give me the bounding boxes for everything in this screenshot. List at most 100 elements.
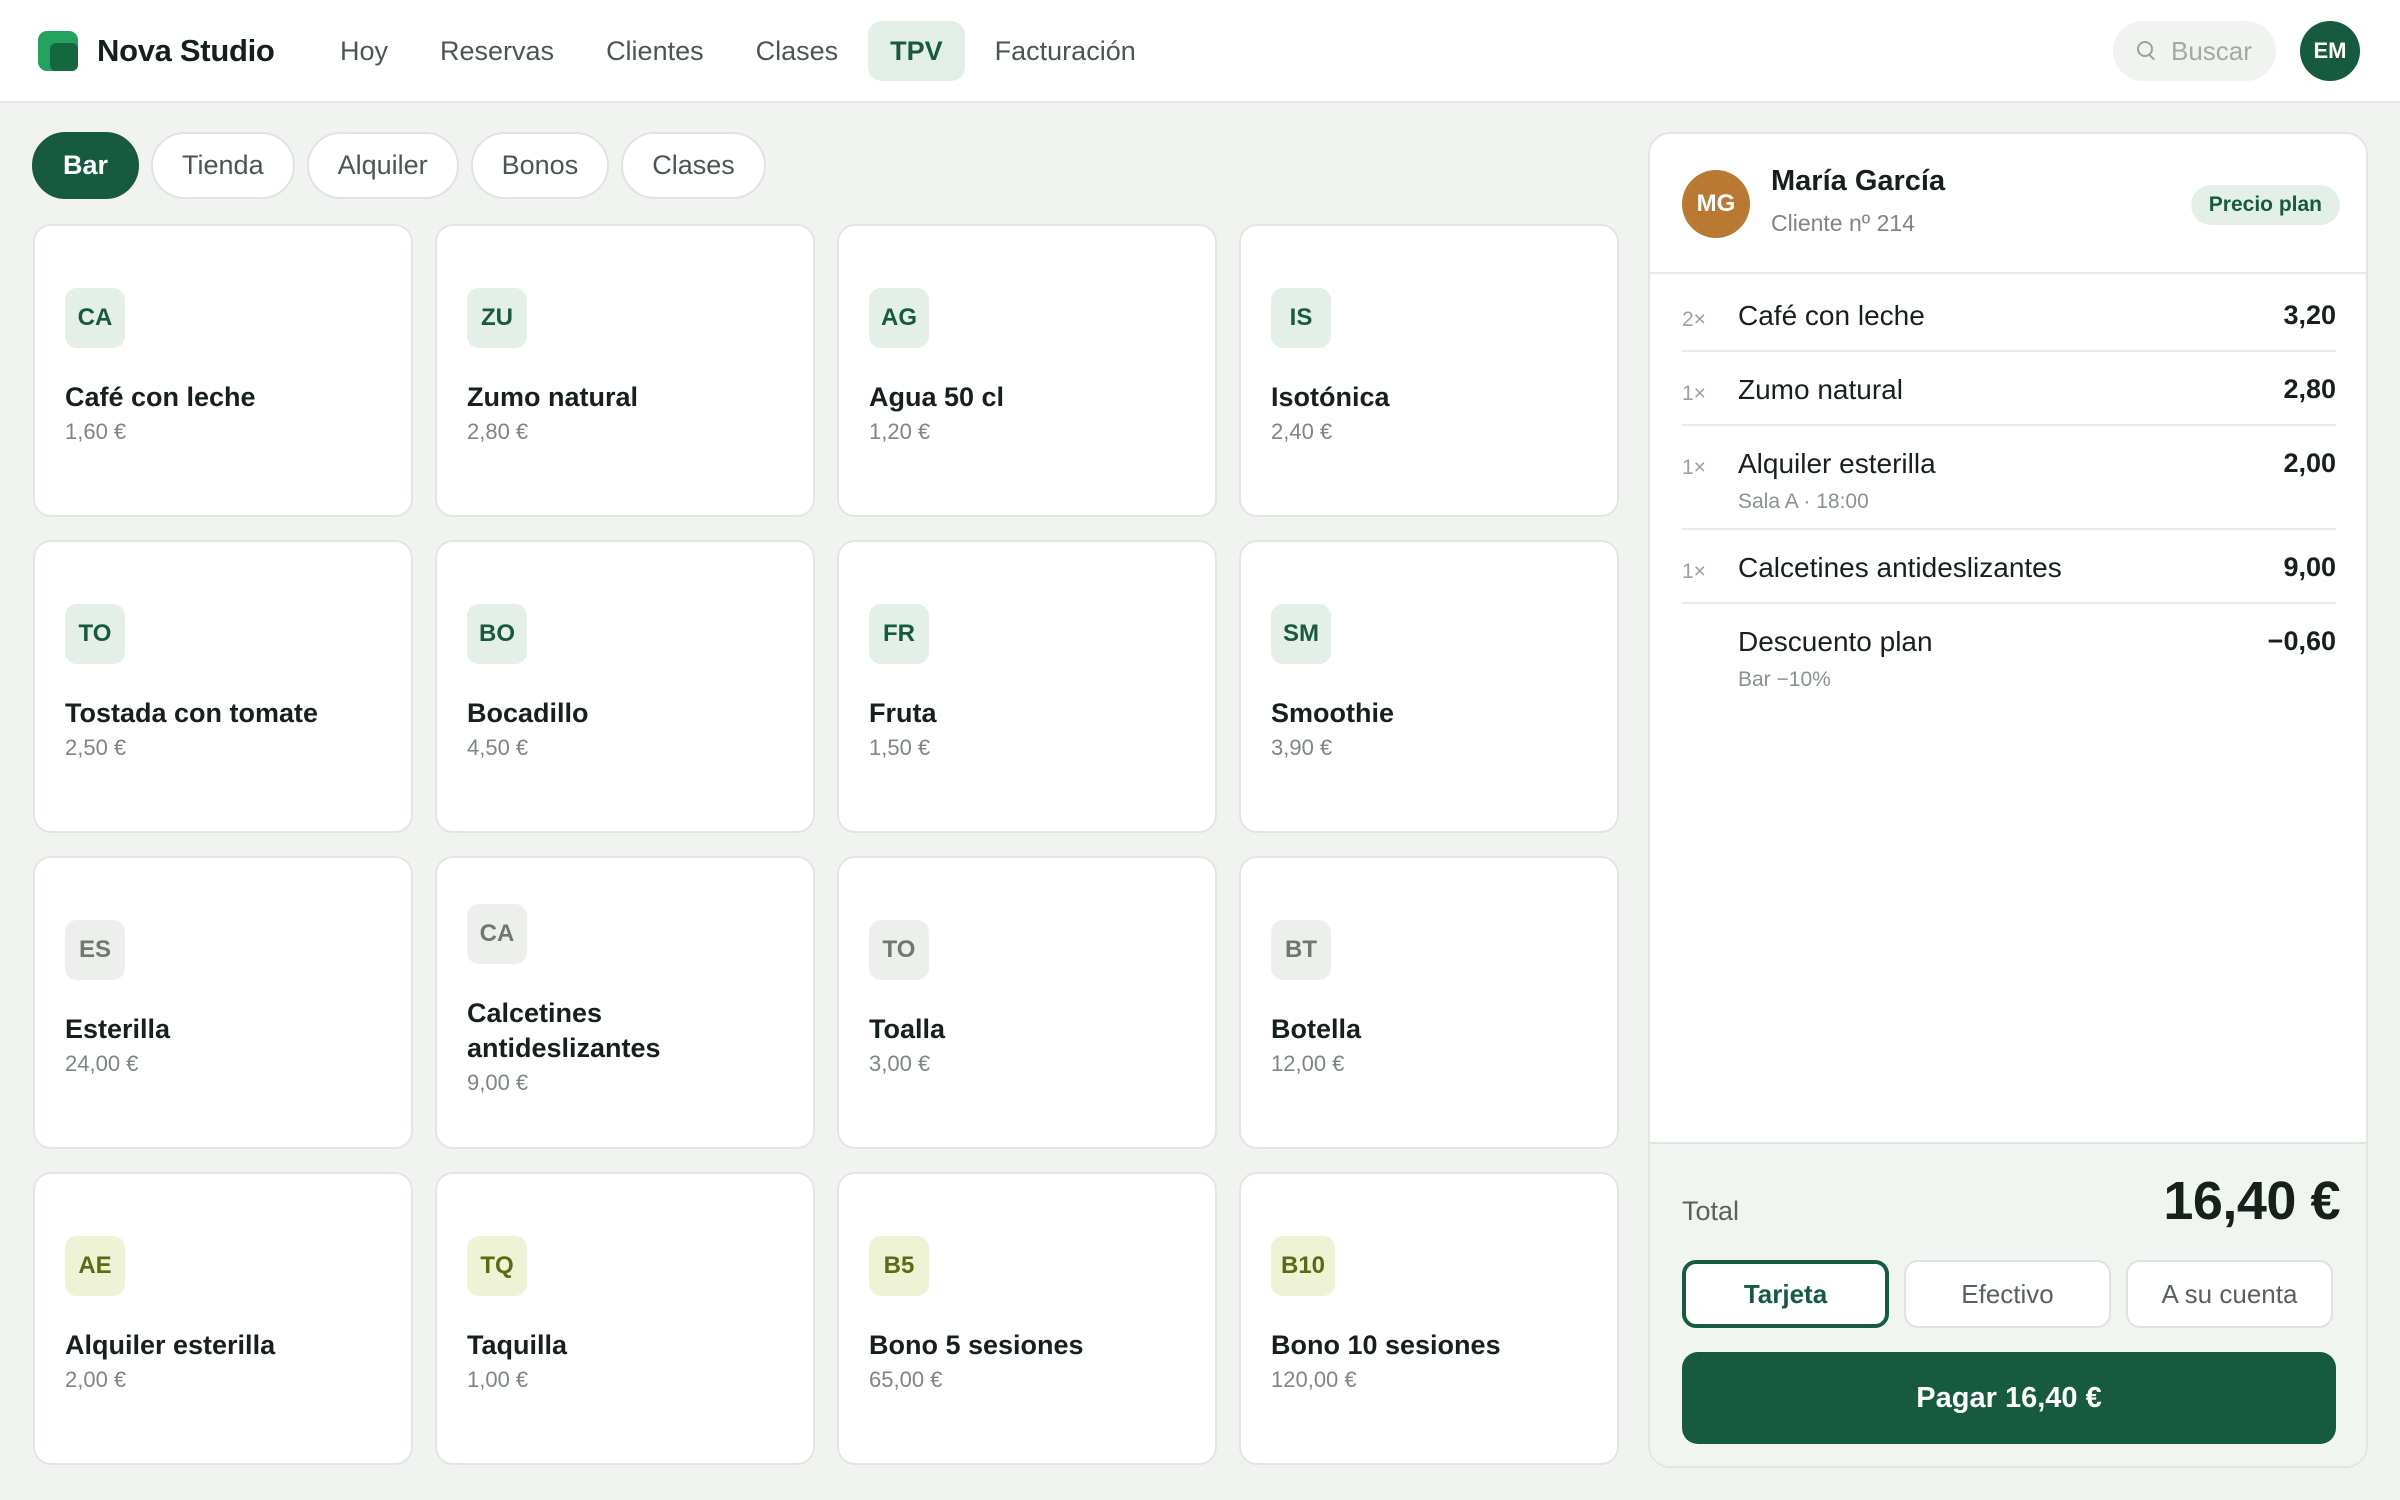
discount-line: Descuento plan Bar −10% −0,60 [1682,604,2336,708]
product-card[interactable]: CA Café con leche 1,60 € [33,224,413,517]
product-code-badge: B5 [869,1236,929,1296]
total-label: Total [1682,1196,1740,1226]
line-detail: Bar −10% [1738,668,1831,691]
category-tab-clases[interactable]: Clases [621,132,766,199]
product-card[interactable]: CA Calcetines antideslizantes 9,00 € [435,856,815,1149]
ticket-footer: Total 16,40 € Tarjeta Efectivo A su cuen… [1650,1142,2366,1466]
line-amount: 2,80 [2283,374,2336,404]
product-name: Fruta [869,698,937,728]
search-input[interactable] [2171,35,2271,67]
ticket-line[interactable]: 1× Alquiler esterilla Sala A · 18:00 2,0… [1682,426,2336,530]
line-quantity: 1× [1682,456,1706,479]
product-card[interactable]: B5 Bono 5 sesiones 65,00 € [837,1172,1217,1465]
payment-methods: Tarjeta Efectivo A su cuenta [1682,1260,2333,1328]
nav-item-facturacion[interactable]: Facturación [973,21,1158,81]
pay-button[interactable]: Pagar 16,40 € [1682,1352,2336,1444]
ticket-lines: 2× Café con leche 3,20 1× Zumo natural 2… [1682,278,2336,708]
product-code-badge: TO [65,604,125,664]
category-tab-bar[interactable]: Bar [32,132,140,199]
product-card[interactable]: TQ Taquilla 1,00 € [435,1172,815,1465]
line-amount: −0,60 [2267,626,2336,656]
line-quantity: 1× [1682,382,1706,405]
category-tab-bonos[interactable]: Bonos [470,132,610,199]
product-name: Bono 10 sesiones [1271,1330,1501,1360]
product-price: 24,00 € [65,1051,139,1076]
logo-icon [38,31,78,71]
product-name: Botella [1271,1014,1362,1044]
nav-item-reservas[interactable]: Reservas [418,21,576,81]
customer-header[interactable]: MG María García Cliente nº 214 Precio pl… [1650,134,2366,274]
product-price: 1,20 € [869,419,931,444]
category-tab-tienda[interactable]: Tienda [151,132,295,199]
line-name: Alquiler esterilla [1738,448,1936,479]
product-price: 2,50 € [65,735,127,760]
app-name: Nova Studio [97,33,275,68]
product-price: 3,00 € [869,1051,931,1076]
ticket-line[interactable]: 1× Calcetines antideslizantes 9,00 [1682,530,2336,604]
search-box[interactable] [2113,21,2276,81]
product-name: Alquiler esterilla [65,1330,276,1360]
product-price: 9,00 € [467,1070,529,1095]
line-detail: Sala A · 18:00 [1738,490,1869,513]
product-card[interactable]: TO Toalla 3,00 € [837,856,1217,1149]
product-card[interactable]: BO Bocadillo 4,50 € [435,540,815,833]
payment-method-cuenta[interactable]: A su cuenta [2126,1260,2333,1328]
payment-method-efectivo[interactable]: Efectivo [1904,1260,2111,1328]
plan-price-badge: Precio plan [2190,185,2340,225]
product-card[interactable]: IS Isotónica 2,40 € [1239,224,1619,517]
nav-item-clientes[interactable]: Clientes [584,21,726,81]
category-tabs: Bar Tienda Alquiler Bonos Clases [32,132,778,199]
product-card[interactable]: AG Agua 50 cl 1,20 € [837,224,1217,517]
product-code-badge: BT [1271,920,1331,980]
product-code-badge: AG [869,288,929,348]
product-price: 3,90 € [1271,735,1333,760]
product-card[interactable]: ES Esterilla 24,00 € [33,856,413,1149]
line-name: Descuento plan [1738,626,1933,657]
line-amount: 2,00 [2283,448,2336,478]
product-price: 1,00 € [467,1367,529,1392]
line-name: Calcetines antideslizantes [1738,552,2062,583]
product-name: Esterilla [65,1014,171,1044]
product-card[interactable]: FR Fruta 1,50 € [837,540,1217,833]
product-card[interactable]: BT Botella 12,00 € [1239,856,1619,1149]
brand[interactable]: Nova Studio [38,31,275,71]
line-amount: 9,00 [2283,552,2336,582]
ticket-line[interactable]: 2× Café con leche 3,20 [1682,278,2336,352]
product-name: Toalla [869,1014,946,1044]
product-card[interactable]: ZU Zumo natural 2,80 € [435,224,815,517]
product-name: Zumo natural [467,382,639,412]
product-card[interactable]: B10 Bono 10 sesiones 120,00 € [1239,1172,1619,1465]
product-card[interactable]: TO Tostada con tomate 2,50 € [33,540,413,833]
product-price: 1,50 € [869,735,931,760]
line-quantity: 2× [1682,308,1706,331]
product-code-badge: ZU [467,288,527,348]
product-code-badge: ES [65,920,125,980]
line-amount: 3,20 [2283,300,2336,330]
product-code-badge: TQ [467,1236,527,1296]
line-name: Café con leche [1738,300,1925,331]
product-name: Bono 5 sesiones [869,1330,1084,1360]
product-name: Agua 50 cl [869,382,1005,412]
product-price: 2,80 € [467,419,529,444]
nav-item-tpv[interactable]: TPV [868,21,965,81]
user-avatar[interactable]: EM [2300,21,2360,81]
product-price: 65,00 € [869,1367,943,1392]
product-grid: CA Café con leche 1,60 € ZU Zumo natural… [33,224,1619,1465]
product-card[interactable]: AE Alquiler esterilla 2,00 € [33,1172,413,1465]
product-code-badge: FR [869,604,929,664]
ticket-line[interactable]: 1× Zumo natural 2,80 [1682,352,2336,426]
nav-item-hoy[interactable]: Hoy [318,21,410,81]
product-name: Calcetines antideslizantes [467,998,661,1063]
product-code-badge: CA [467,904,527,964]
nav-item-clases[interactable]: Clases [734,21,861,81]
product-code-badge: BO [467,604,527,664]
product-price: 2,40 € [1271,419,1333,444]
product-price: 1,60 € [65,419,127,444]
product-code-badge: IS [1271,288,1331,348]
payment-method-tarjeta[interactable]: Tarjeta [1682,1260,1889,1328]
category-tab-alquiler[interactable]: Alquiler [306,132,459,199]
customer-avatar: MG [1682,170,1750,238]
search-icon [2137,41,2157,61]
product-code-badge: B10 [1271,1236,1336,1296]
product-card[interactable]: SM Smoothie 3,90 € [1239,540,1619,833]
